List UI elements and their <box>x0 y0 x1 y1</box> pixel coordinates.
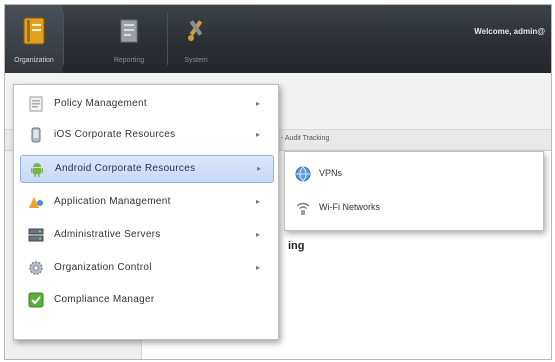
submenu-arrow-icon: ▸ <box>255 263 260 272</box>
toolbar-separator <box>167 13 168 65</box>
menu-item-label: iOS Corporate Resources <box>54 129 176 140</box>
submenu-arrow-icon: ▸ <box>255 197 260 206</box>
submenu-item-label: Wi-Fi Networks <box>319 202 380 212</box>
menu-item-label: Organization Control <box>54 262 152 273</box>
menu-item-policy-management[interactable]: Policy Management ▸ <box>20 91 272 117</box>
menu-item-administrative-servers[interactable]: Administrative Servers ▸ <box>20 222 272 248</box>
toolbar-organization-label: Organization <box>14 57 54 64</box>
toolbar-reporting[interactable]: Reporting <box>103 5 155 73</box>
menu-item-android-corporate-resources[interactable]: Android Corporate Resources ▸ <box>20 155 274 183</box>
submenu-arrow-icon: ▸ <box>255 230 260 239</box>
policy-document-icon <box>28 96 44 112</box>
submenu-arrow-icon: ▸ <box>255 99 260 108</box>
breadcrumb[interactable]: - Audit Tracking <box>281 135 329 142</box>
submenu-arrow-icon: ▸ <box>256 164 261 173</box>
vpn-globe-icon <box>295 166 311 182</box>
submenu-item-vpns[interactable]: VPNs <box>291 162 531 186</box>
android-robot-icon <box>29 161 45 177</box>
page-heading: ing <box>288 240 305 252</box>
submenu-item-label: VPNs <box>319 168 343 178</box>
menu-item-label: Policy Management <box>54 98 147 109</box>
toolbar-system[interactable]: System <box>173 5 219 73</box>
application-shapes-icon <box>28 194 44 210</box>
menu-item-label: Application Management <box>54 196 171 207</box>
wifi-network-icon <box>295 200 311 216</box>
menu-item-label: Administrative Servers <box>54 229 161 240</box>
main-toolbar: Organization Reporting System Welcome, a… <box>5 5 551 73</box>
organization-book-icon <box>23 17 45 50</box>
android-submenu: VPNs Wi-Fi Networks <box>284 151 544 231</box>
toolbar-organization[interactable]: Organization <box>5 5 63 73</box>
organization-gear-icon <box>28 260 44 276</box>
welcome-text: Welcome, admin@ <box>474 27 545 36</box>
toolbar-system-label: System <box>184 57 208 64</box>
submenu-item-wifi-networks[interactable]: Wi-Fi Networks <box>291 196 531 220</box>
servers-icon <box>28 227 44 243</box>
menu-item-label: Android Corporate Resources <box>55 163 196 174</box>
menu-item-ios-corporate-resources[interactable]: iOS Corporate Resources ▸ <box>20 122 272 148</box>
menu-item-application-management[interactable]: Application Management ▸ <box>20 189 272 215</box>
menu-item-organization-control[interactable]: Organization Control ▸ <box>20 255 272 281</box>
system-tools-icon <box>185 18 207 47</box>
menu-item-label: Compliance Manager <box>54 294 155 305</box>
organization-menu: Policy Management ▸ iOS Corporate Resour… <box>13 84 279 340</box>
ios-device-icon <box>28 127 44 143</box>
submenu-arrow-icon: ▸ <box>255 130 260 139</box>
toolbar-reporting-label: Reporting <box>113 57 145 64</box>
compliance-check-icon <box>28 292 44 308</box>
toolbar-separator <box>63 13 64 65</box>
menu-item-compliance-manager[interactable]: Compliance Manager <box>20 287 272 313</box>
reporting-document-icon <box>120 19 138 48</box>
